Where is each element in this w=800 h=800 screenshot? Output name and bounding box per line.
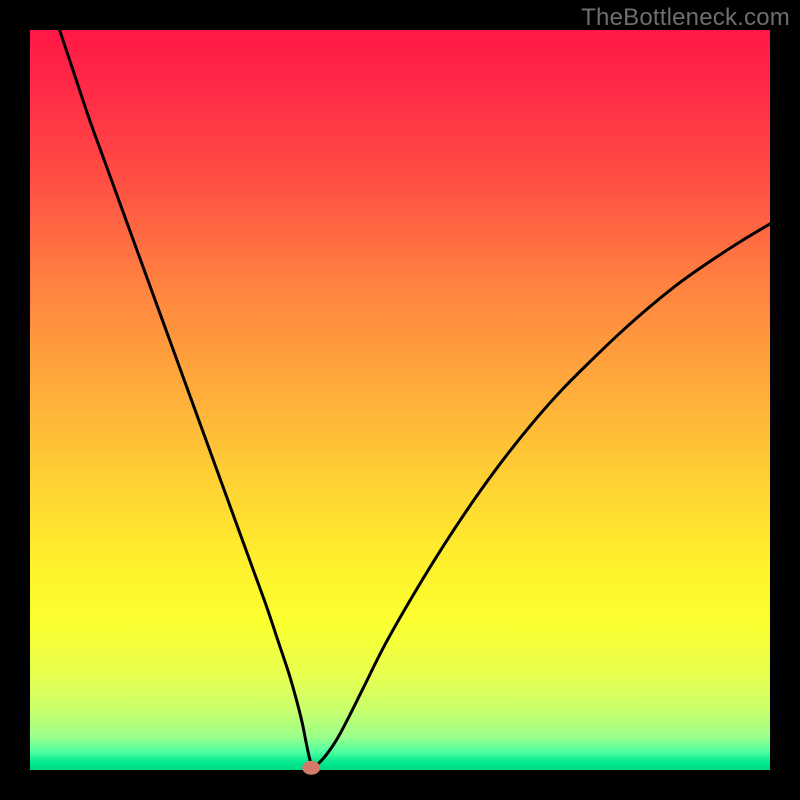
plot-background-gradient xyxy=(30,30,770,770)
chart-stage: TheBottleneck.com xyxy=(0,0,800,800)
optimum-marker xyxy=(302,761,320,775)
watermark-text: TheBottleneck.com xyxy=(581,4,790,32)
bottleneck-plot xyxy=(0,0,800,800)
